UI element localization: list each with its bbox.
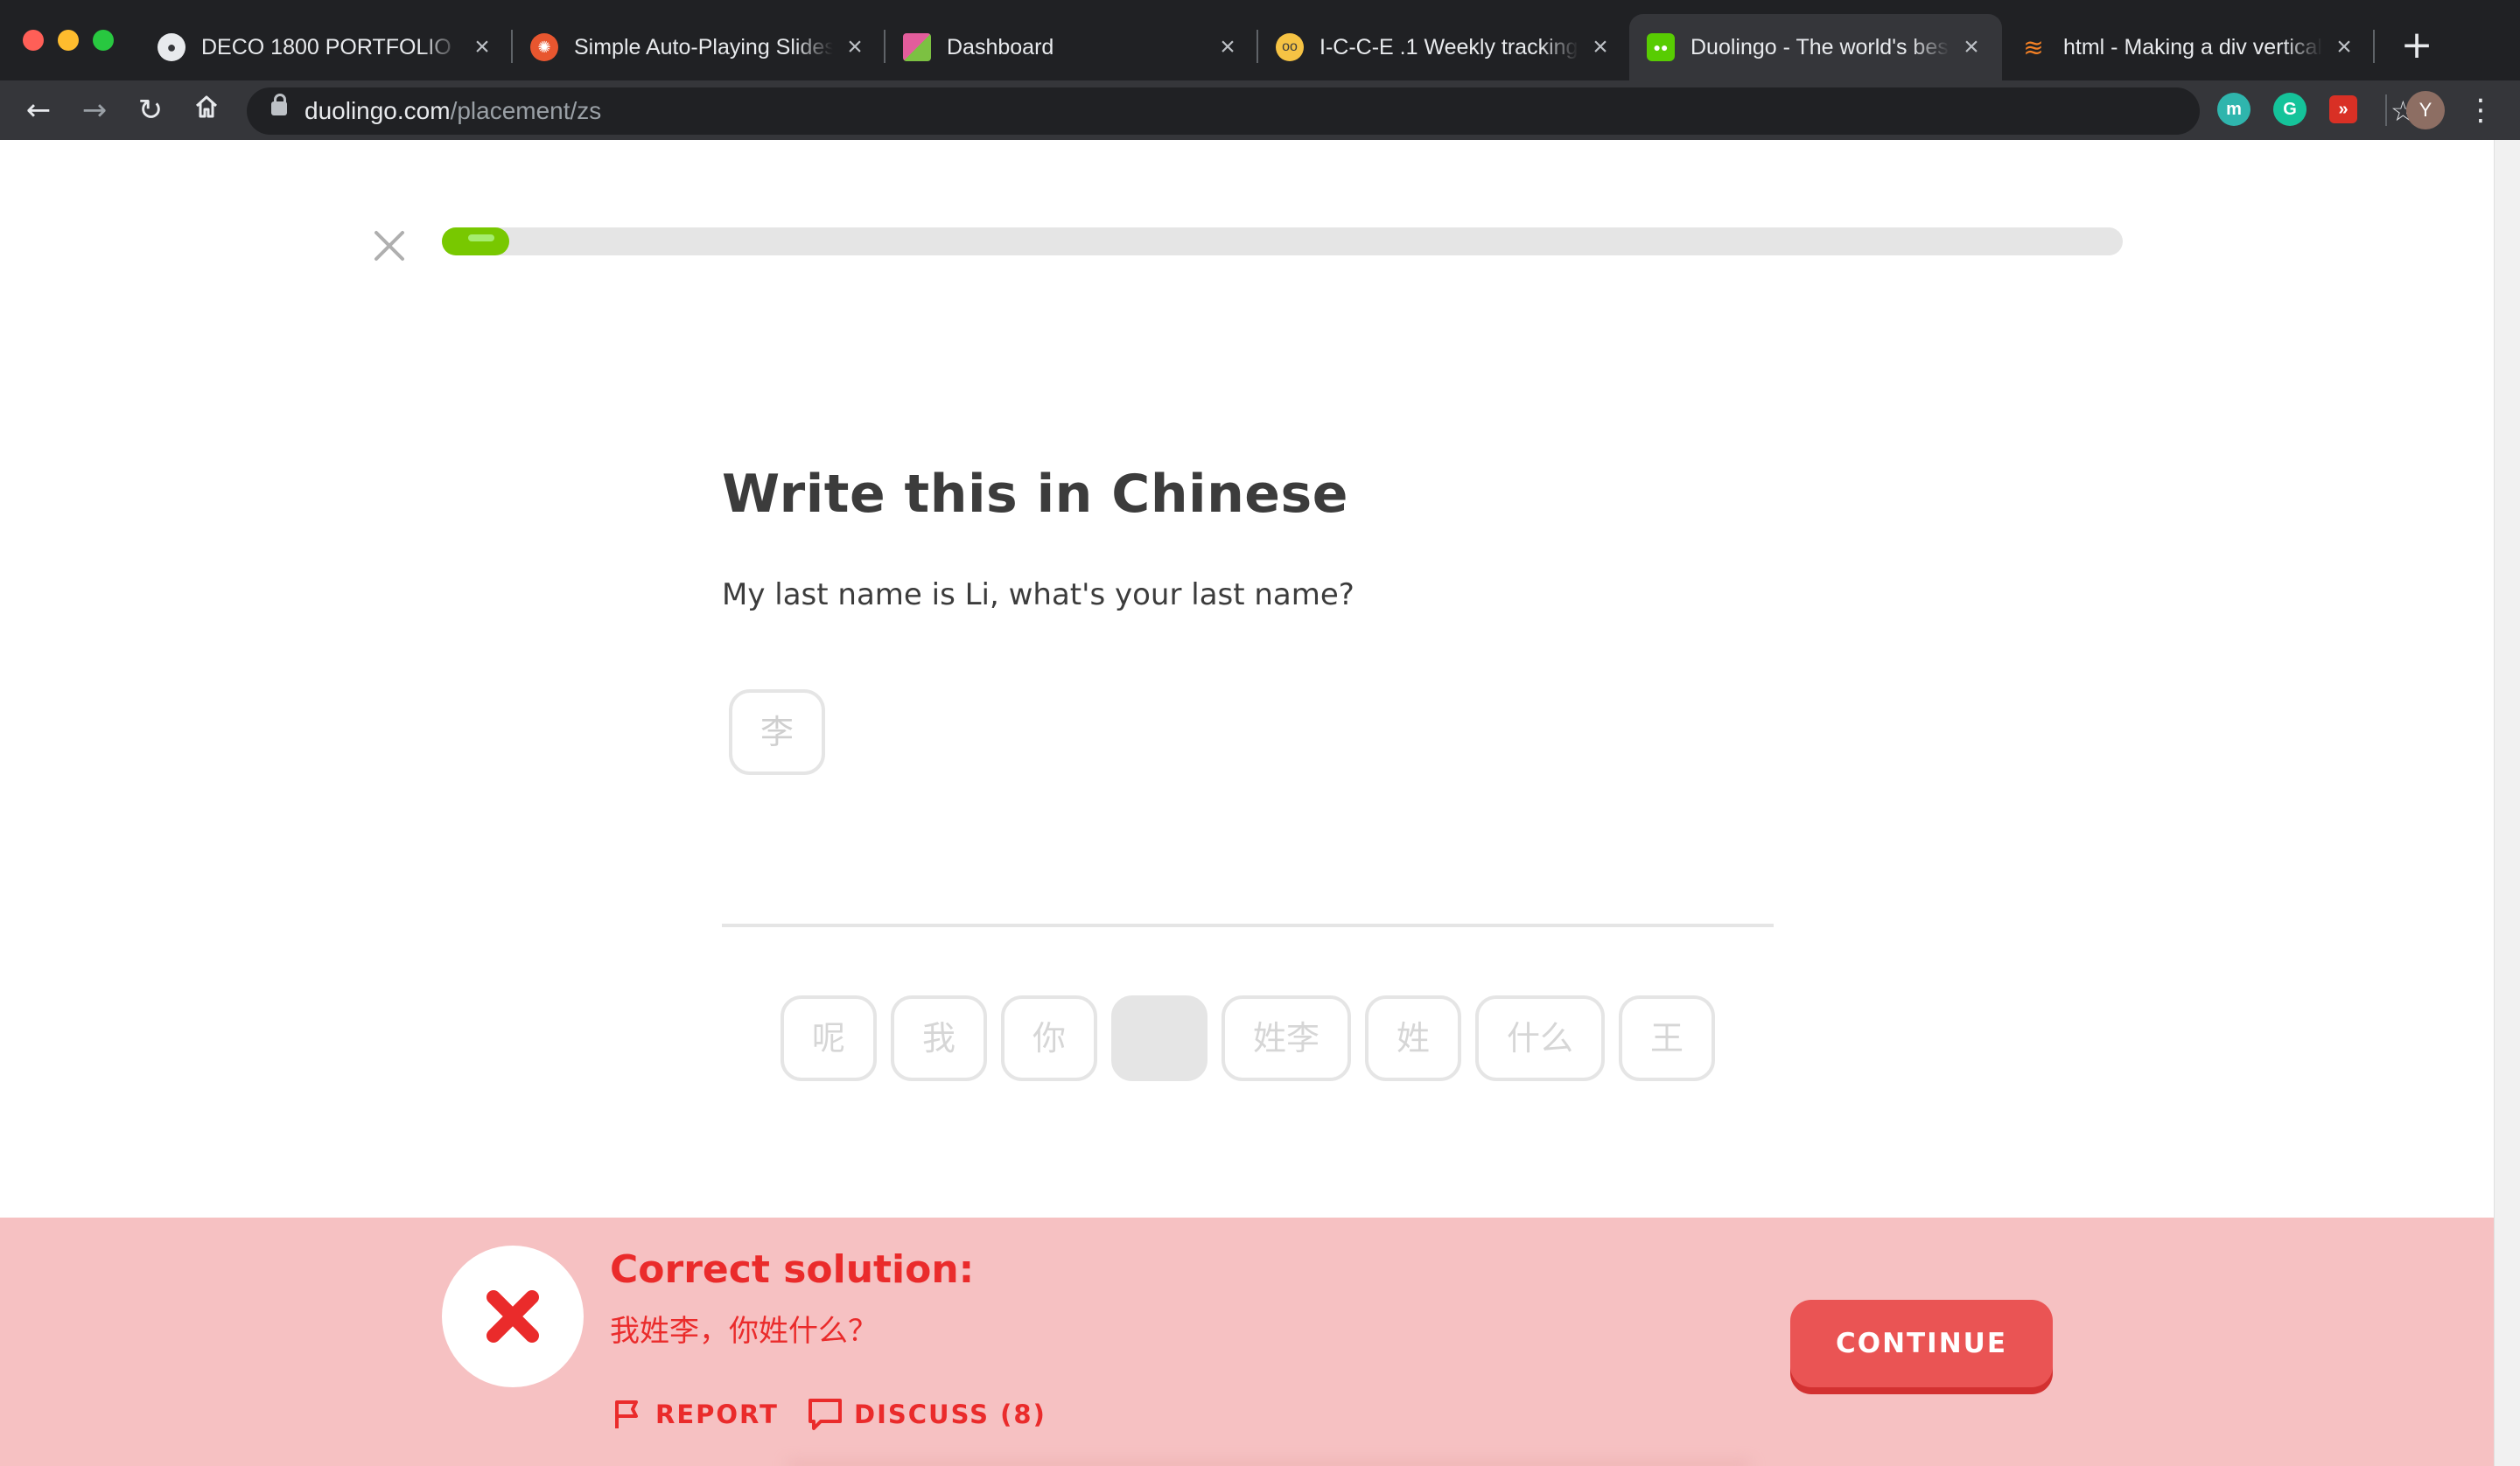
window-zoom-button[interactable]	[93, 30, 114, 51]
browser-tab-bar: ● DECO 1800 PORTFOLIO × ✺ Simple Auto-Pl…	[0, 0, 2520, 80]
extension-m-icon[interactable]: m	[2217, 93, 2250, 126]
browser-menu-icon[interactable]: ⋮	[2466, 91, 2496, 129]
browser-toolbar: ← → ↻ duolingo.com/placement/zs ☆ m G » …	[0, 80, 2520, 140]
report-button[interactable]: REPORT	[610, 1393, 779, 1436]
tab-title: Duolingo - The world's best way to learn…	[1690, 34, 1950, 59]
close-tab-icon[interactable]: ×	[469, 32, 495, 62]
page-viewport: Write this in Chinese My last name is Li…	[0, 140, 2494, 1466]
progress-fill	[442, 227, 509, 255]
tab-title: Simple Auto-Playing Slideshow	[574, 34, 833, 59]
extension-red-icon[interactable]: »	[2329, 95, 2357, 123]
challenge-prompt: My last name is Li, what's your last nam…	[722, 577, 1354, 612]
browser-tab[interactable]: ≋ html - Making a div vertically scrolla…	[2002, 14, 2375, 80]
word-bank-tile-used	[1111, 995, 1208, 1081]
feedback-footer: Correct solution: 我姓李，你姓什么？ REPORT DISCU…	[0, 1218, 2494, 1466]
close-lesson-icon[interactable]	[368, 224, 411, 268]
tab-title: DECO 1800 PORTFOLIO	[201, 34, 452, 59]
lesson-progress-bar	[442, 227, 2123, 255]
incorrect-badge	[442, 1246, 584, 1387]
avatar-initial: Y	[2418, 99, 2432, 121]
dashboard-icon	[903, 33, 931, 61]
codepen-icon: ✺	[530, 33, 558, 61]
comment-icon	[808, 1399, 842, 1430]
url-path: /placement/zs	[450, 97, 602, 124]
home-icon[interactable]	[187, 91, 226, 129]
close-tab-icon[interactable]: ×	[1958, 32, 1984, 62]
word-bank-tile[interactable]: 你	[1001, 995, 1097, 1081]
extension-label: G	[2283, 99, 2297, 119]
tab-title: I-C-C-E .1 Weekly tracking	[1320, 34, 1578, 59]
close-tab-icon[interactable]: ×	[842, 32, 868, 62]
url-host: duolingo.com	[304, 97, 451, 124]
new-tab-button[interactable]: +	[2390, 19, 2443, 72]
reload-icon[interactable]: ↻	[131, 91, 170, 129]
extension-label: »	[2338, 99, 2348, 119]
browser-tab[interactable]: ● DECO 1800 PORTFOLIO ×	[140, 14, 513, 80]
flag-icon	[615, 1400, 638, 1428]
word-bank-tile[interactable]: 姓李	[1222, 995, 1351, 1081]
extension-label: m	[2226, 99, 2242, 119]
word-bank-tile[interactable]: 王	[1619, 995, 1715, 1081]
window-minimize-button[interactable]	[58, 30, 79, 51]
word-bank-tile[interactable]: 姓	[1365, 995, 1461, 1081]
report-label: REPORT	[655, 1400, 779, 1429]
answer-area: 李	[722, 689, 1774, 927]
url-text: duolingo.com/placement/zs	[304, 87, 601, 135]
window-close-button[interactable]	[23, 30, 44, 51]
incorrect-x-icon	[486, 1290, 539, 1343]
browser-tab[interactable]: Dashboard ×	[886, 14, 1258, 80]
close-tab-icon[interactable]: ×	[1587, 32, 1614, 62]
challenge-title: Write this in Chinese	[722, 464, 1348, 525]
solution-heading: Correct solution:	[610, 1247, 975, 1292]
elephant-icon: ●	[158, 33, 186, 61]
profile-avatar[interactable]: Y	[2406, 91, 2445, 129]
browser-tab[interactable]: oo I-C-C-E .1 Weekly tracking ×	[1258, 14, 1631, 80]
solution-text: 我姓李，你姓什么？	[610, 1314, 878, 1349]
stack-overflow-icon: ≋	[2023, 33, 2044, 61]
close-tab-icon[interactable]: ×	[2331, 32, 2357, 62]
word-bank-tile[interactable]: 我	[891, 995, 987, 1081]
tab-title: html - Making a div vertically scrollabl…	[2063, 34, 2322, 59]
forward-arrow-icon[interactable]: →	[75, 91, 114, 129]
glasses-emoji-icon: oo	[1276, 33, 1304, 61]
address-bar[interactable]: duolingo.com/placement/zs ☆	[247, 87, 2416, 135]
word-bank-tile[interactable]: 什么	[1475, 995, 1605, 1081]
word-bank-tile[interactable]: 呢	[780, 995, 877, 1081]
duolingo-owl-icon: ●●	[1647, 33, 1675, 61]
discuss-label: DISCUSS (8)	[854, 1400, 1046, 1429]
answer-word-tile[interactable]: 李	[729, 689, 825, 775]
back-arrow-icon[interactable]: ←	[19, 91, 58, 129]
grammarly-icon[interactable]: G	[2273, 93, 2306, 126]
browser-tab-active[interactable]: ●● Duolingo - The world's best way to le…	[1629, 14, 2002, 80]
tab-title: Dashboard	[947, 34, 1054, 59]
continue-button[interactable]: CONTINUE	[1790, 1300, 2053, 1387]
close-tab-icon[interactable]: ×	[1214, 32, 1241, 62]
lock-icon[interactable]	[271, 94, 287, 115]
page-scrollbar[interactable]	[2494, 140, 2520, 1466]
browser-tab[interactable]: ✺ Simple Auto-Playing Slideshow ×	[513, 14, 886, 80]
discuss-button[interactable]: DISCUSS (8)	[807, 1393, 1046, 1436]
